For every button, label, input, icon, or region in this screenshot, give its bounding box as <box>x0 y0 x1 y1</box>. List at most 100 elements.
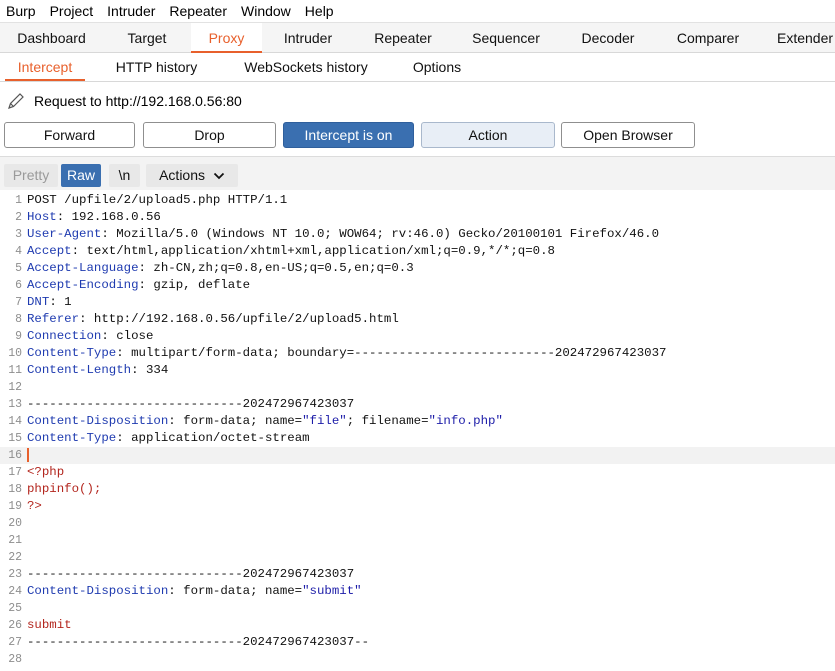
code-token: : form-data; name= <box>168 584 303 598</box>
main-tab-bar: Dashboard Target Proxy Intruder Repeater… <box>0 22 835 53</box>
tab-target[interactable]: Target <box>103 23 191 53</box>
intercept-toggle-button[interactable]: Intercept is on <box>283 122 414 148</box>
editor-line[interactable]: 7 DNT: 1 <box>0 294 835 311</box>
tab-dashboard[interactable]: Dashboard <box>0 23 103 53</box>
tab-sequencer[interactable]: Sequencer <box>452 23 560 53</box>
raw-request-editor[interactable]: 1 POST /upfile/2/upload5.php HTTP/1.1 2 Hos… <box>0 192 835 671</box>
editor-line[interactable]: 6 Accept-Encoding: gzip, deflate <box>0 277 835 294</box>
line-number: 3 <box>15 228 22 241</box>
forward-button[interactable]: Forward <box>4 122 135 148</box>
editor-line[interactable]: 28 <box>0 651 835 668</box>
menu-window[interactable]: Window <box>241 3 291 19</box>
header-name: DNT <box>27 295 50 309</box>
line-content: Host: 192.168.0.56 <box>27 209 161 226</box>
header-name: User-Agent <box>27 227 102 241</box>
action-button[interactable]: Action <box>421 122 555 148</box>
editor-line[interactable]: 9 Connection: close <box>0 328 835 345</box>
menu-help[interactable]: Help <box>305 3 334 19</box>
code-token: "file" <box>302 414 347 428</box>
code-token: : 192.168.0.56 <box>56 210 161 224</box>
line-content: Accept-Encoding: gzip, deflate <box>27 277 250 294</box>
editor-line[interactable]: 25 <box>0 600 835 617</box>
header-name: Host <box>27 210 57 224</box>
line-number: 23 <box>8 568 22 581</box>
header-name: Content-Disposition <box>27 414 169 428</box>
tab-proxy[interactable]: Proxy <box>191 23 262 53</box>
code-token: : http://192.168.0.56/upfile/2/upload5.h… <box>79 312 399 326</box>
tab-options[interactable]: Options <box>400 53 474 81</box>
menu-burp[interactable]: Burp <box>6 3 36 19</box>
tab-extender[interactable]: Extender <box>760 23 835 53</box>
menu-repeater[interactable]: Repeater <box>169 3 227 19</box>
editor-line[interactable]: 15 Content-Type: application/octet-stream <box>0 430 835 447</box>
drop-button[interactable]: Drop <box>143 122 276 148</box>
editor-line[interactable]: 19 ?> <box>0 498 835 515</box>
line-content: Content-Type: application/octet-stream <box>27 430 310 447</box>
code-token: <?php <box>27 465 65 479</box>
line-number: 22 <box>8 551 22 564</box>
menu-intruder[interactable]: Intruder <box>107 3 155 19</box>
raw-button[interactable]: Raw <box>61 164 101 187</box>
editor-line[interactable]: 10 Content-Type: multipart/form-data; bou… <box>0 345 835 362</box>
line-content: <?php <box>27 464 64 481</box>
line-number: 13 <box>8 398 22 411</box>
line-number: 21 <box>8 534 22 547</box>
pretty-button[interactable]: Pretty <box>4 164 58 187</box>
tab-http-history[interactable]: HTTP history <box>100 53 213 81</box>
editor-line[interactable]: 12 <box>0 379 835 396</box>
tab-intercept[interactable]: Intercept <box>5 53 85 81</box>
line-content: Accept: text/html,application/xhtml+xml,… <box>27 243 555 260</box>
line-number: 5 <box>15 262 22 275</box>
code-token: ?> <box>27 499 42 513</box>
editor-line[interactable]: 11 Content-Length: 334 <box>0 362 835 379</box>
line-content: Content-Type: multipart/form-data; bound… <box>27 345 666 362</box>
editor-line[interactable]: 24 Content-Disposition: form-data; name="… <box>0 583 835 600</box>
line-content: submit <box>27 617 72 634</box>
editor-line[interactable]: 5 Accept-Language: zh-CN,zh;q=0.8,en-US;q… <box>0 260 835 277</box>
text-cursor <box>27 447 29 462</box>
tab-repeater[interactable]: Repeater <box>354 23 452 53</box>
editor-line[interactable]: 20 <box>0 515 835 532</box>
editor-line[interactable]: 4 Accept: text/html,application/xhtml+xml… <box>0 243 835 260</box>
header-name: Content-Type <box>27 346 117 360</box>
editor-line[interactable]: 18 phpinfo(); <box>0 481 835 498</box>
line-content: -----------------------------20247296742… <box>27 634 369 651</box>
line-number: 17 <box>8 466 22 479</box>
editor-line[interactable]: 27 -----------------------------202472967… <box>0 634 835 651</box>
editor-line[interactable]: 13 -----------------------------202472967… <box>0 396 835 413</box>
editor-line[interactable]: 23 -----------------------------202472967… <box>0 566 835 583</box>
line-content: -----------------------------20247296742… <box>27 566 354 583</box>
tab-decoder[interactable]: Decoder <box>560 23 656 53</box>
editor-line[interactable]: 14 Content-Disposition: form-data; name="… <box>0 413 835 430</box>
line-number: 19 <box>8 500 22 513</box>
editor-line[interactable]: 1 POST /upfile/2/upload5.php HTTP/1.1 <box>0 192 835 209</box>
code-token: -----------------------------20247296742… <box>27 635 370 649</box>
editor-line[interactable]: 22 <box>0 549 835 566</box>
code-token: : form-data; name= <box>168 414 303 428</box>
header-name: Accept-Language <box>27 261 139 275</box>
actions-dropdown[interactable]: Actions <box>146 164 238 187</box>
line-number: 11 <box>8 364 22 377</box>
code-token: : close <box>101 329 154 343</box>
editor-line[interactable]: 26 submit <box>0 617 835 634</box>
tab-intruder[interactable]: Intruder <box>262 23 354 53</box>
newline-toggle-button[interactable]: \n <box>109 164 140 187</box>
editor-line[interactable]: 3 User-Agent: Mozilla/5.0 (Windows NT 10.… <box>0 226 835 243</box>
editor-line[interactable]: 8 Referer: http://192.168.0.56/upfile/2/u… <box>0 311 835 328</box>
line-content: User-Agent: Mozilla/5.0 (Windows NT 10.0… <box>27 226 659 243</box>
tab-comparer[interactable]: Comparer <box>656 23 760 53</box>
line-number: 8 <box>15 313 22 326</box>
header-name: Accept-Encoding <box>27 278 139 292</box>
line-number: 14 <box>8 415 22 428</box>
line-content: Connection: close <box>27 328 153 345</box>
editor-line[interactable]: 17 <?php <box>0 464 835 481</box>
editor-line[interactable]: 16 <box>0 447 835 464</box>
line-number: 25 <box>8 602 22 615</box>
code-token: "info.php" <box>428 414 503 428</box>
tab-websockets-history[interactable]: WebSockets history <box>226 53 386 81</box>
menu-project[interactable]: Project <box>50 3 94 19</box>
code-token: : zh-CN,zh;q=0.8,en-US;q=0.5,en;q=0.3 <box>138 261 414 275</box>
editor-line[interactable]: 2 Host: 192.168.0.56 <box>0 209 835 226</box>
open-browser-button[interactable]: Open Browser <box>561 122 695 148</box>
editor-line[interactable]: 21 <box>0 532 835 549</box>
